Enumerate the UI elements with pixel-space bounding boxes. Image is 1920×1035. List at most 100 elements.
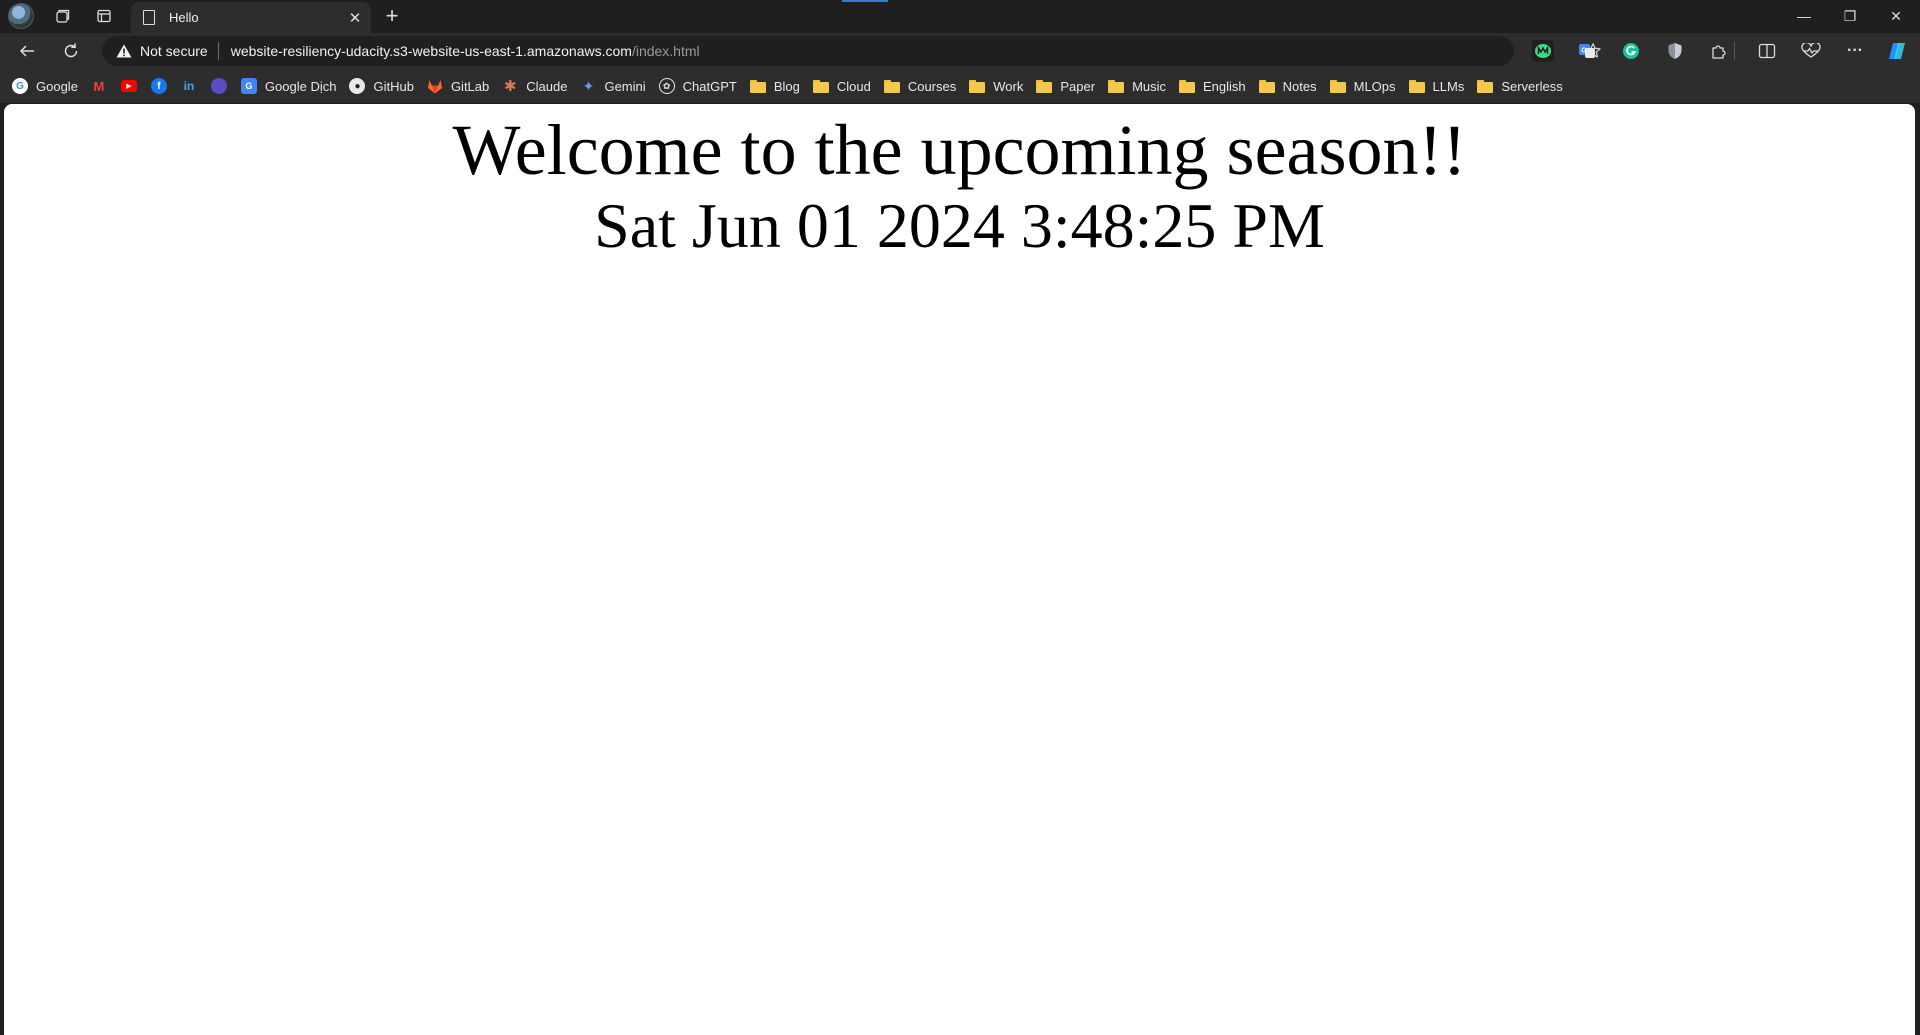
bookmark-folder-blog[interactable]: Blog — [749, 73, 806, 99]
bookmark-chatgpt[interactable]: ✿ ChatGPT — [658, 73, 743, 99]
chatgpt-icon: ✿ — [658, 78, 675, 94]
bookmark-label: Google — [36, 78, 78, 94]
folder-icon — [812, 79, 829, 93]
bookmark-label: GitLab — [450, 78, 490, 94]
folder-icon — [1408, 79, 1425, 93]
close-window-button[interactable]: ✕ — [1873, 0, 1919, 32]
folder-icon — [1108, 79, 1125, 93]
folder-icon — [1179, 79, 1196, 93]
active-tab[interactable]: Hello ✕ — [131, 2, 371, 33]
gitlab-icon — [427, 78, 443, 94]
workspaces-icon[interactable] — [48, 4, 76, 28]
tab-title: Hello — [169, 10, 199, 25]
focus-indicator — [842, 0, 888, 2]
app-icon — [210, 78, 227, 94]
bookmark-label: Cloud — [836, 78, 871, 94]
facebook-icon: f — [150, 78, 167, 94]
profile-avatar[interactable] — [8, 3, 34, 29]
bookmark-folder-llms[interactable]: LLMs — [1408, 73, 1471, 99]
bookmark-app[interactable] — [210, 73, 227, 99]
gmail-icon: M — [93, 78, 105, 94]
vertical-tabs-icon[interactable] — [90, 4, 118, 28]
current-datetime: Sat Jun 01 2024 3:48:25 PM — [594, 190, 1325, 261]
bookmark-label: Blog — [773, 78, 800, 94]
bookmark-folder-music[interactable]: Music — [1108, 73, 1172, 99]
bookmark-label: Paper — [1060, 78, 1096, 94]
minimize-button[interactable]: — — [1781, 0, 1827, 32]
google-translate-icon: G — [240, 78, 257, 94]
folder-icon — [1258, 79, 1275, 93]
extension-m-icon[interactable] — [1532, 40, 1554, 62]
folder-icon — [1036, 79, 1053, 93]
google-icon: G — [12, 78, 28, 94]
folder-icon — [969, 79, 986, 93]
bookmark-google-dich[interactable]: G Google Dịch — [240, 73, 343, 99]
bookmark-label: GitHub — [373, 78, 414, 94]
bookmark-label: ChatGPT — [682, 78, 737, 94]
bookmark-gitlab[interactable]: GitLab — [427, 73, 495, 99]
bookmark-label: Serverless — [1501, 78, 1563, 94]
bookmark-folder-mlops[interactable]: MLOps — [1329, 73, 1402, 99]
bookmark-label: Claude — [526, 78, 568, 94]
browser-essentials-icon[interactable] — [1800, 40, 1822, 62]
bookmark-youtube[interactable]: ▶ — [120, 73, 137, 99]
github-icon: ● — [349, 78, 366, 94]
page-heading: Welcome to the upcoming season!! — [452, 110, 1467, 190]
divider — [217, 42, 219, 60]
security-status[interactable]: Not secure — [140, 43, 208, 59]
bookmarks-bar: G Google M ▶ f in G Google Dịch ● GitHub… — [0, 69, 1920, 103]
restore-button[interactable]: ❐ — [1827, 0, 1873, 32]
page-viewport: Welcome to the upcoming season!! Sat Jun… — [4, 104, 1915, 1035]
shield-icon[interactable] — [1664, 40, 1686, 62]
bookmark-folder-notes[interactable]: Notes — [1258, 73, 1323, 99]
bookmark-label: MLOps — [1353, 78, 1396, 94]
bookmark-folder-paper[interactable]: Paper — [1036, 73, 1101, 99]
extensions-puzzle-icon[interactable] — [1708, 40, 1730, 62]
url-host: website-resiliency-udacity.s3-website-us… — [230, 43, 632, 59]
url-path: /index.html — [631, 43, 700, 59]
bookmark-linkedin[interactable]: in — [181, 73, 197, 99]
address-bar[interactable]: Not secure website-resiliency-udacity.s3… — [102, 36, 1601, 66]
grammarly-icon[interactable] — [1620, 40, 1642, 62]
bookmark-label: English — [1203, 78, 1246, 94]
split-screen-icon[interactable] — [1756, 40, 1778, 62]
refresh-icon[interactable] — [56, 37, 86, 65]
youtube-icon: ▶ — [120, 80, 137, 92]
bookmark-label: Work — [993, 78, 1024, 94]
gemini-icon: ✦ — [582, 77, 595, 94]
folder-icon — [749, 79, 766, 93]
title-bar: Hello ✕ + — ❐ ✕ — [0, 0, 1920, 33]
bookmark-label: LLMs — [1432, 78, 1465, 94]
bookmark-google[interactable]: G Google — [12, 73, 84, 99]
close-tab-icon[interactable]: ✕ — [345, 8, 365, 28]
bookmark-label: Music — [1132, 78, 1167, 94]
bookmark-gmail[interactable]: M — [91, 73, 107, 99]
linkedin-icon: in — [183, 79, 195, 93]
bookmark-folder-work[interactable]: Work — [969, 73, 1029, 99]
bookmark-label: Google Dịch — [264, 78, 337, 94]
new-tab-icon[interactable]: + — [378, 3, 406, 28]
folder-icon — [883, 79, 900, 93]
bookmark-gemini[interactable]: ✦ Gemini — [580, 73, 651, 99]
copilot-icon[interactable] — [1886, 40, 1908, 62]
bookmark-folder-serverless[interactable]: Serverless — [1477, 73, 1568, 99]
bookmark-label: Notes — [1282, 78, 1317, 94]
bookmark-facebook[interactable]: f — [150, 73, 167, 99]
toolbar-divider — [1734, 42, 1735, 60]
bookmark-folder-cloud[interactable]: Cloud — [812, 73, 877, 99]
page-icon — [143, 10, 155, 25]
folder-icon — [1329, 79, 1346, 93]
translate-extension-icon[interactable]: G — [1576, 40, 1598, 62]
warning-icon[interactable] — [116, 44, 132, 58]
bookmark-folder-courses[interactable]: Courses — [883, 73, 962, 99]
back-icon[interactable] — [12, 37, 42, 65]
folder-icon — [1477, 79, 1494, 93]
bookmark-folder-english[interactable]: English — [1179, 73, 1252, 99]
bookmark-github[interactable]: ● GitHub — [349, 73, 419, 99]
svg-text:G: G — [1581, 48, 1587, 55]
more-options-icon[interactable]: ··· — [1844, 40, 1866, 62]
bookmark-label: Courses — [907, 78, 957, 94]
claude-icon: ✱ — [503, 78, 517, 95]
toolbar: Not secure website-resiliency-udacity.s3… — [0, 33, 1920, 69]
bookmark-claude[interactable]: ✱ Claude — [502, 73, 573, 99]
